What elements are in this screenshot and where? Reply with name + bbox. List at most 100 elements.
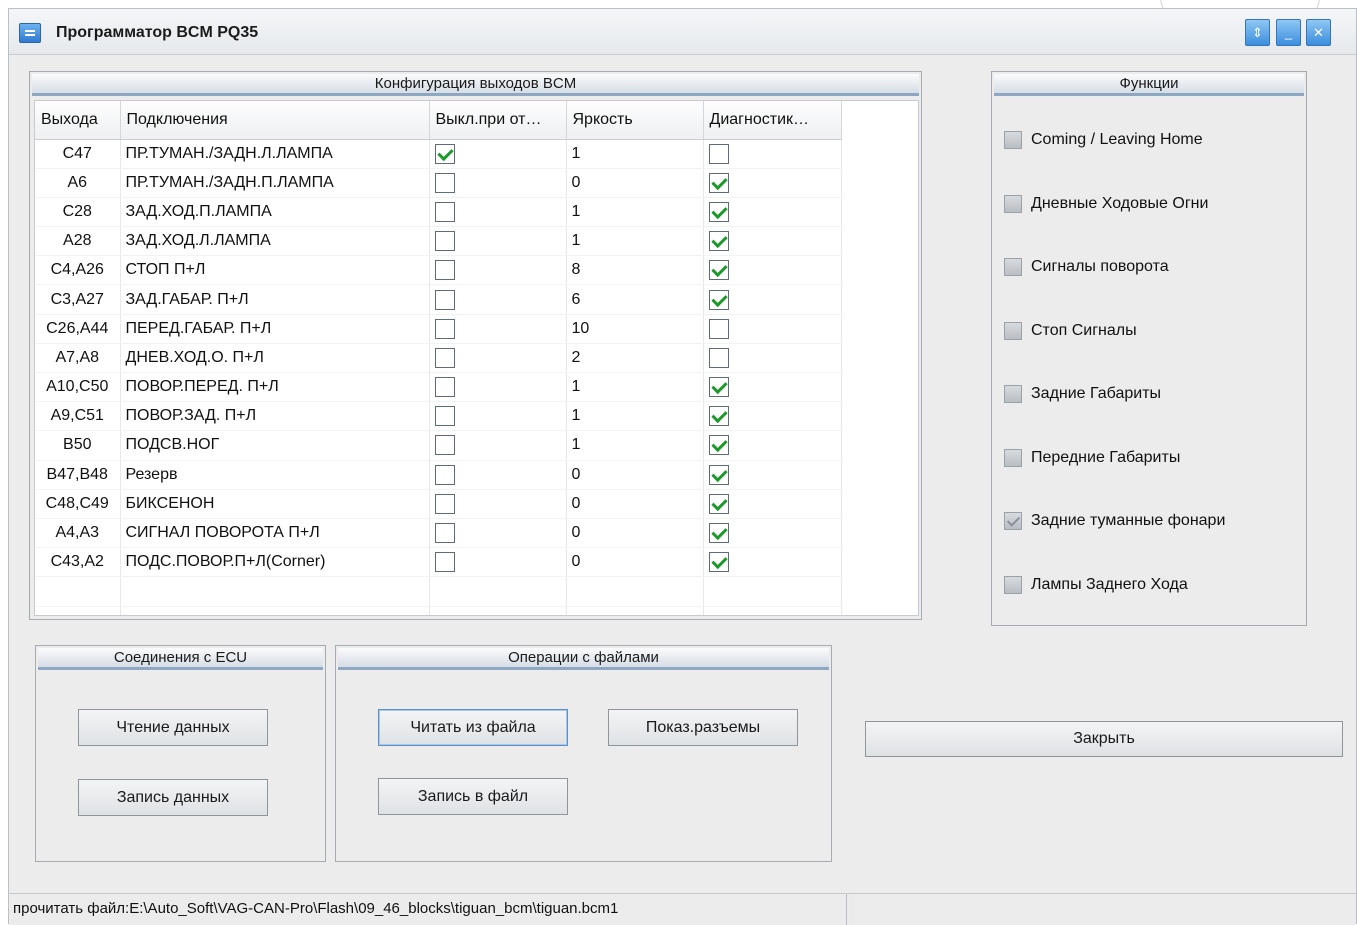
cell-off-when[interactable] [429,197,567,228]
cell-connection[interactable]: БИКСЕНОН [120,489,430,519]
diagnostics-checkbox[interactable] [708,347,729,368]
cell-output[interactable]: A9,C51 [35,401,121,432]
cell-off-when[interactable] [429,518,567,549]
cell-connection[interactable]: ПОДСВ.НОГ [120,430,430,461]
table-row[interactable]: B47,B48 Резерв 0 [35,460,842,490]
cell-off-when[interactable] [429,284,567,315]
table-row[interactable]: B50 ПОДСВ.НОГ 1 [35,430,842,461]
cell-diagnostics[interactable] [703,255,842,286]
column-header-output[interactable]: Выхода [35,101,121,140]
diagnostics-checkbox[interactable] [708,377,729,398]
cell-output[interactable]: C4,A26 [35,255,121,286]
function-checkbox[interactable] [1004,512,1022,530]
cell-off-when[interactable] [429,226,567,257]
diagnostics-checkbox[interactable] [708,201,729,222]
cell-brightness[interactable]: 1 [566,372,704,403]
table-row[interactable]: A10,C50 ПОВОР.ПЕРЕД. П+Л 1 [35,372,842,403]
cell-diagnostics[interactable] [703,430,842,461]
cell-off-when[interactable] [429,547,567,578]
cell-connection[interactable]: СТОП П+Л [120,255,430,286]
off-when-checkbox[interactable] [434,435,455,456]
off-when-checkbox[interactable] [434,260,455,281]
cell-output[interactable]: B50 [35,430,121,461]
cell-connection[interactable] [120,606,430,615]
function-option[interactable]: Сигналы поворота [1004,255,1169,279]
diagnostics-checkbox[interactable] [708,260,729,281]
cell-brightness[interactable]: 1 [566,197,704,228]
cell-connection[interactable] [120,576,430,607]
diagnostics-checkbox[interactable] [708,552,729,573]
cell-off-when[interactable] [429,489,567,519]
table-row[interactable] [35,576,842,607]
cell-output[interactable]: A10,C50 [35,372,121,403]
cell-output[interactable]: B47,B48 [35,460,121,490]
cell-off-when[interactable] [429,168,567,198]
cell-brightness[interactable]: 8 [566,255,704,286]
cell-output[interactable]: C3,A27 [35,284,121,315]
cell-diagnostics[interactable] [703,606,842,615]
table-row[interactable]: A6 ПР.ТУМАН./ЗАДН.П.ЛАМПА 0 [35,168,842,198]
restore-button[interactable]: ⇕ [1245,19,1270,46]
cell-connection[interactable]: ПЕРЕД.ГАБАР. П+Л [120,314,430,344]
close-button[interactable]: Закрыть [865,721,1343,757]
cell-off-when[interactable] [429,460,567,490]
off-when-checkbox[interactable] [434,231,455,252]
table-row[interactable]: A28 ЗАД.ХОД.Л.ЛАМПА 1 [35,226,842,257]
off-when-checkbox[interactable] [434,143,455,164]
cell-output[interactable]: C47 [35,139,121,169]
cell-diagnostics[interactable] [703,576,842,607]
diagnostics-checkbox[interactable] [708,464,729,485]
cell-off-when[interactable] [429,401,567,432]
function-checkbox[interactable] [1004,448,1022,467]
cell-diagnostics[interactable] [703,343,842,374]
cell-off-when[interactable] [429,606,567,615]
cell-diagnostics[interactable] [703,460,842,490]
function-option[interactable]: Передние Габариты [1004,446,1180,470]
table-row[interactable] [35,606,842,615]
cell-diagnostics[interactable] [703,518,842,549]
cell-output[interactable]: A6 [35,168,121,198]
cell-connection[interactable]: ЗАД.ГАБАР. П+Л [120,284,430,315]
cell-connection[interactable]: ПР.ТУМАН./ЗАДН.Л.ЛАМПА [120,139,430,169]
cell-output[interactable]: A7,A8 [35,343,121,374]
off-when-checkbox[interactable] [434,318,455,339]
function-option[interactable]: Стоп Сигналы [1004,319,1137,343]
write-data-button[interactable]: Запись данных [78,779,268,816]
table-row[interactable]: A9,C51 ПОВОР.ЗАД. П+Л 1 [35,401,842,432]
table-row[interactable]: C26,A44 ПЕРЕД.ГАБАР. П+Л 10 [35,314,842,344]
diagnostics-checkbox[interactable] [708,493,729,514]
cell-output[interactable]: A4,A3 [35,518,121,549]
diagnostics-checkbox[interactable] [708,143,729,164]
column-header-off-when[interactable]: Выкл.при от… [429,101,567,140]
read-from-file-button[interactable]: Читать из файла [378,709,568,746]
cell-off-when[interactable] [429,255,567,286]
function-option[interactable]: Coming / Leaving Home [1004,128,1203,152]
cell-brightness[interactable] [566,576,704,607]
cell-diagnostics[interactable] [703,197,842,228]
cell-diagnostics[interactable] [703,547,842,578]
function-checkbox[interactable] [1004,194,1022,213]
cell-connection[interactable]: ЗАД.ХОД.П.ЛАМПА [120,197,430,228]
function-option[interactable]: Задние Габариты [1004,382,1161,406]
function-checkbox[interactable] [1004,131,1022,149]
table-row[interactable]: C28 ЗАД.ХОД.П.ЛАМПА 1 [35,197,842,228]
table-row[interactable]: C4,A26 СТОП П+Л 8 [35,255,842,286]
show-connectors-button[interactable]: Показ.разъемы [608,709,798,746]
cell-brightness[interactable]: 1 [566,401,704,432]
off-when-checkbox[interactable] [434,406,455,427]
cell-connection[interactable]: СИГНАЛ ПОВОРОТА П+Л [120,518,430,549]
off-when-checkbox[interactable] [434,172,455,193]
table-row[interactable]: C47 ПР.ТУМАН./ЗАДН.Л.ЛАМПА 1 [35,139,842,169]
diagnostics-checkbox[interactable] [708,406,729,427]
off-when-checkbox[interactable] [434,493,455,514]
cell-brightness[interactable]: 10 [566,314,704,344]
cell-diagnostics[interactable] [703,314,842,344]
cell-off-when[interactable] [429,343,567,374]
cell-connection[interactable]: ПР.ТУМАН./ЗАДН.П.ЛАМПА [120,168,430,198]
minimize-button[interactable]: _ [1276,19,1301,46]
diagnostics-checkbox[interactable] [708,318,729,339]
cell-brightness[interactable]: 1 [566,430,704,461]
read-data-button[interactable]: Чтение данных [78,709,268,746]
cell-connection[interactable]: ДНЕВ.ХОД.О. П+Л [120,343,430,374]
table-row[interactable]: C48,C49 БИКСЕНОН 0 [35,489,842,519]
